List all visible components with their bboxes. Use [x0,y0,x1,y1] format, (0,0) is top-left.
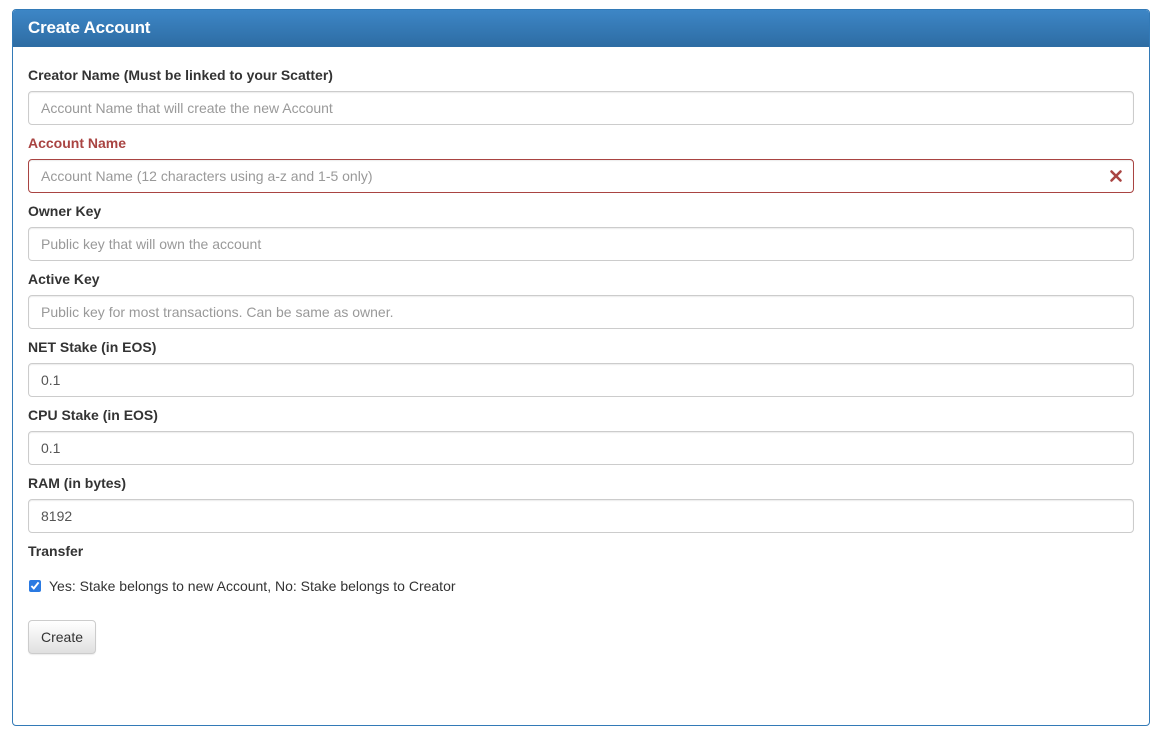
account-name-group: Account Name [28,133,1134,193]
net-stake-input[interactable] [28,363,1134,397]
cpu-stake-group: CPU Stake (in EOS) [28,405,1134,465]
active-key-input[interactable] [28,295,1134,329]
panel-title: Create Account [28,18,151,37]
net-stake-label: NET Stake (in EOS) [28,339,157,355]
creator-name-label: Creator Name (Must be linked to your Sca… [28,67,333,83]
creator-name-input[interactable] [28,91,1134,125]
owner-key-label: Owner Key [28,203,102,219]
panel-heading: Create Account [13,10,1149,47]
owner-key-input[interactable] [28,227,1134,261]
cpu-stake-label: CPU Stake (in EOS) [28,407,158,423]
create-account-form: Creator Name (Must be linked to your Sca… [13,47,1149,654]
transfer-group: Transfer Yes: Stake belongs to new Accou… [28,541,1134,596]
cpu-stake-input[interactable] [28,431,1134,465]
creator-name-group: Creator Name (Must be linked to your Sca… [28,65,1134,125]
close-icon [1110,170,1122,182]
ram-label: RAM (in bytes) [28,475,126,491]
create-account-panel: Create Account Creator Name (Must be lin… [12,9,1150,726]
create-button[interactable]: Create [28,620,97,654]
active-key-label: Active Key [28,271,100,287]
account-name-input[interactable] [28,159,1134,193]
transfer-checkbox-label[interactable]: Yes: Stake belongs to new Account, No: S… [49,578,456,594]
ram-input[interactable] [28,499,1134,533]
transfer-label: Transfer [28,543,84,559]
ram-group: RAM (in bytes) [28,473,1134,533]
transfer-checkbox-row: Yes: Stake belongs to new Account, No: S… [28,576,1134,596]
net-stake-group: NET Stake (in EOS) [28,337,1134,397]
owner-key-group: Owner Key [28,201,1134,261]
active-key-group: Active Key [28,269,1134,329]
transfer-checkbox[interactable] [29,580,41,592]
account-name-input-wrap [28,159,1134,193]
account-name-label: Account Name [28,135,127,151]
